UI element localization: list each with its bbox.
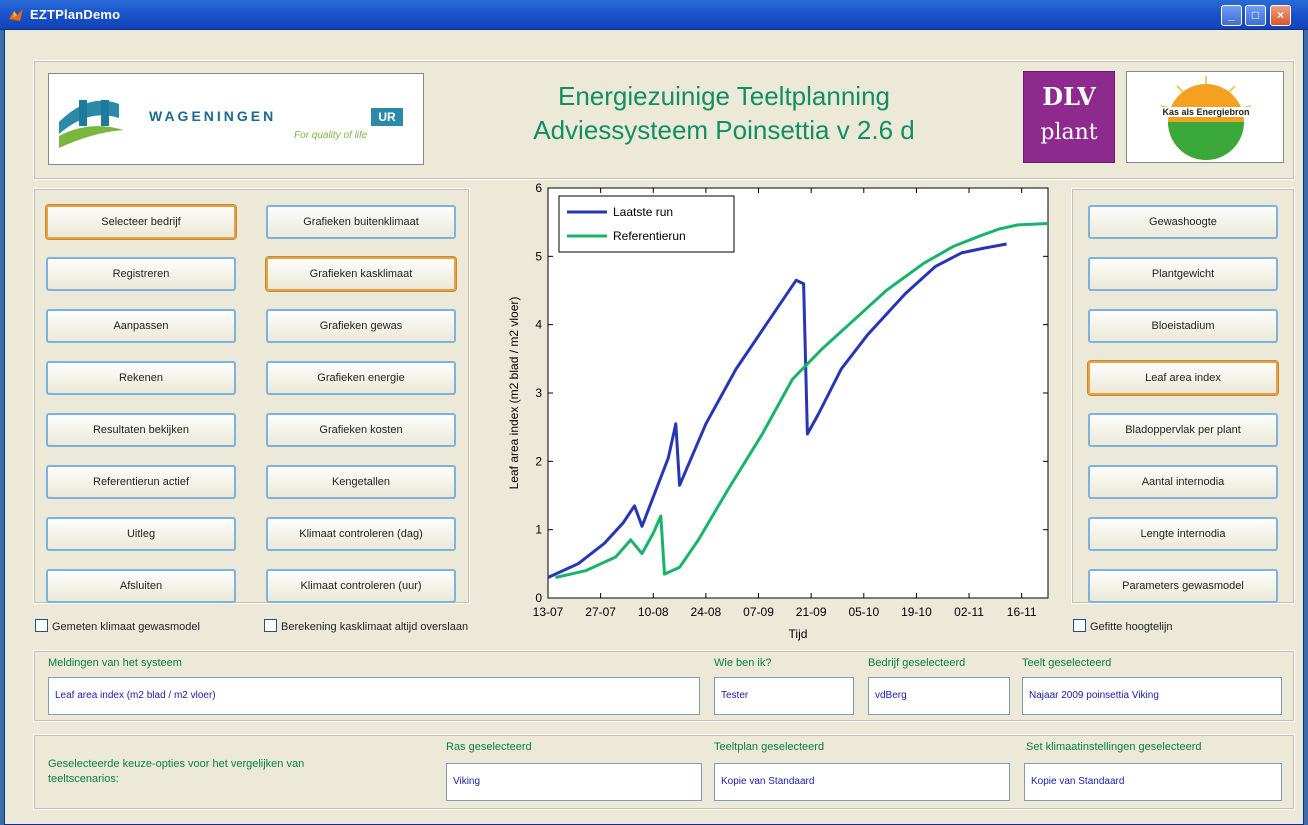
app-title-line2: Adviessysteem Poinsettia v 2.6 d (533, 115, 915, 145)
wie-ben-ik-label: Wie ben ik? (714, 657, 772, 669)
dlv-logo-top: DLV (1042, 82, 1096, 111)
plantgewicht-button[interactable]: Plantgewicht (1088, 257, 1278, 291)
kas-als-energiebron-logo: Kas als Energiebron (1126, 71, 1284, 163)
app-title: Energiezuinige Teeltplanning Adviessyste… (424, 79, 1024, 147)
y-tick-label: 3 (535, 386, 542, 400)
x-axis-label: Tijd (789, 627, 808, 641)
teelt-field[interactable]: Najaar 2009 poinsettia Viking (1022, 677, 1282, 715)
y-tick-label: 0 (535, 591, 542, 605)
teeltplan-label: Teeltplan geselecteerd (714, 741, 825, 753)
gewashoogte-button[interactable]: Gewashoogte (1088, 205, 1278, 239)
app-title-line1: Energiezuinige Teeltplanning (558, 81, 890, 111)
legend-label-laatste-run: Laatste run (613, 205, 673, 219)
minimize-button[interactable]: _ (1221, 5, 1242, 26)
berekening-kasklimaat-checkbox[interactable]: Berekening kasklimaat altijd overslaan (264, 619, 468, 634)
x-tick-label: 24-08 (691, 605, 722, 619)
y-tick-label: 5 (535, 249, 542, 263)
gefitte-hoogtelijn-label: Gefitte hoogtelijn (1090, 621, 1173, 633)
meldingen-label: Meldingen van het systeem (48, 657, 182, 669)
leaf-area-index-chart: 0 1 2 3 4 5 6 13-07 27-07 10-08 24-08 07-09 21-09 05… (507, 181, 1049, 641)
klimaat-controleren-uur-button[interactable]: Klimaat controleren (uur) (266, 569, 456, 603)
x-tick-label: 19-10 (901, 605, 932, 619)
x-tick-label: 27-07 (585, 605, 616, 619)
grafieken-buitenklimaat-button[interactable]: Grafieken buitenklimaat (266, 205, 456, 239)
header-panel: WAGENINGEN UR For quality of life Energi… (33, 60, 1295, 180)
y-axis-label: Leaf area index (m2 blad / m2 vloer) (507, 297, 521, 490)
gefitte-hoogtelijn-checkbox[interactable]: Gefitte hoogtelijn (1073, 619, 1173, 634)
gemeten-klimaat-label: Gemeten klimaat gewasmodel (52, 621, 200, 633)
teelt-label: Teelt geselecteerd (1022, 657, 1112, 669)
rekenen-button[interactable]: Rekenen (46, 361, 236, 395)
selecteer-bedrijf-button[interactable]: Selecteer bedrijf (46, 205, 236, 239)
grafieken-gewas-button[interactable]: Grafieken gewas (266, 309, 456, 343)
leaf-area-index-button[interactable]: Leaf area index (1088, 361, 1278, 395)
x-tick-label: 10-08 (638, 605, 669, 619)
wie-ben-ik-field[interactable]: Tester (714, 677, 854, 715)
bladoppervlak-per-plant-button[interactable]: Bladoppervlak per plant (1088, 413, 1278, 447)
uitleg-button[interactable]: Uitleg (46, 517, 236, 551)
x-tick-label: 16-11 (1007, 605, 1037, 619)
kas-logo-text: Kas als Energiebron (1131, 107, 1281, 117)
wur-logo-tagline: For quality of life (294, 130, 368, 141)
x-tick-label: 02-11 (954, 605, 984, 619)
kengetallen-button[interactable]: Kengetallen (266, 465, 456, 499)
bedrijf-field[interactable]: vdBerg (868, 677, 1010, 715)
klimaat-controleren-dag-button[interactable]: Klimaat controleren (dag) (266, 517, 456, 551)
checkbox-box[interactable] (35, 619, 48, 632)
x-tick-label: 07-09 (743, 605, 774, 619)
grafieken-kasklimaat-button[interactable]: Grafieken kasklimaat (266, 257, 456, 291)
x-tick-label: 05-10 (848, 605, 879, 619)
ras-label: Ras geselecteerd (446, 741, 532, 753)
checkbox-box[interactable] (1073, 619, 1086, 632)
right-button-panel: Gewashoogte Plantgewicht Bloeistadium Le… (1071, 188, 1295, 604)
wur-logo-text: WAGENINGEN (149, 108, 277, 124)
window-title: EZTPlanDemo (30, 7, 121, 22)
comparison-panel: Geselecteerde keuze-opties voor het verg… (33, 734, 1295, 810)
lengte-internodia-button[interactable]: Lengte internodia (1088, 517, 1278, 551)
close-button[interactable]: × (1270, 5, 1291, 26)
title-bar: EZTPlanDemo _ □ × (0, 0, 1308, 30)
main-window: WAGENINGEN UR For quality of life Energi… (4, 30, 1304, 825)
legend-label-referentierun: Referentierun (613, 229, 686, 243)
y-tick-label: 2 (535, 454, 542, 468)
referentierun-actief-button[interactable]: Referentierun actief (46, 465, 236, 499)
meldingen-field: Leaf area index (m2 blad / m2 vloer) (48, 677, 700, 715)
y-tick-label: 4 (535, 318, 542, 332)
dlv-logo-bottom: plant (1040, 120, 1098, 145)
aantal-internodia-button[interactable]: Aantal internodia (1088, 465, 1278, 499)
bloeistadium-button[interactable]: Bloeistadium (1088, 309, 1278, 343)
y-tick-label: 6 (535, 181, 542, 195)
messages-panel: Meldingen van het systeem Leaf area inde… (33, 650, 1295, 722)
afsluiten-button[interactable]: Afsluiten (46, 569, 236, 603)
registreren-button[interactable]: Registreren (46, 257, 236, 291)
dlv-plant-logo: DLV plant (1023, 71, 1115, 163)
matlab-icon (9, 9, 23, 21)
grafieken-kosten-button[interactable]: Grafieken kosten (266, 413, 456, 447)
left-button-panel: Selecteer bedrijf Registreren Aanpassen … (33, 188, 470, 604)
klimaat-field[interactable]: Kopie van Standaard (1024, 763, 1282, 801)
grafieken-energie-button[interactable]: Grafieken energie (266, 361, 456, 395)
y-tick-label: 1 (535, 523, 542, 537)
checkbox-box[interactable] (264, 619, 277, 632)
berekening-kasklimaat-label: Berekening kasklimaat altijd overslaan (281, 621, 469, 633)
teeltplan-field[interactable]: Kopie van Standaard (714, 763, 1010, 801)
gemeten-klimaat-checkbox[interactable]: Gemeten klimaat gewasmodel (35, 619, 200, 634)
comparison-description: Geselecteerde keuze-opties voor het verg… (48, 758, 305, 785)
klimaat-label: Set klimaatinstellingen geselecteerd (1026, 741, 1202, 753)
parameters-gewasmodel-button[interactable]: Parameters gewasmodel (1088, 569, 1278, 603)
wur-logo-badge: UR (371, 108, 403, 126)
resultaten-bekijken-button[interactable]: Resultaten bekijken (46, 413, 236, 447)
wageningen-ur-logo: WAGENINGEN UR For quality of life (48, 73, 424, 165)
x-tick-label: 21-09 (796, 605, 827, 619)
aanpassen-button[interactable]: Aanpassen (46, 309, 236, 343)
chart-legend: Laatste run Referentierun (558, 195, 735, 253)
maximize-button[interactable]: □ (1245, 5, 1266, 26)
ras-field[interactable]: Viking (446, 763, 702, 801)
x-tick-label: 13-07 (533, 605, 564, 619)
bedrijf-label: Bedrijf geselecteerd (868, 657, 966, 669)
